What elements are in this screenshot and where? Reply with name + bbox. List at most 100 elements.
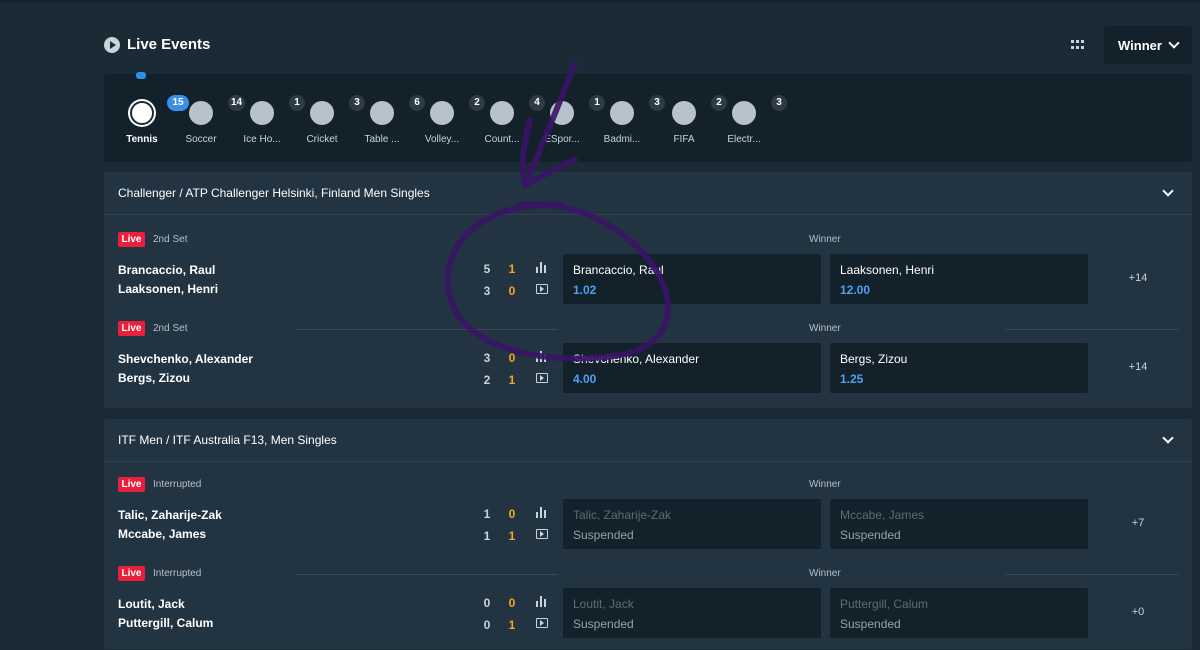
home-team[interactable]: Loutit, Jack [118,597,185,611]
sport-label: Cricket [306,134,338,145]
market-label: Winner [809,323,841,334]
tournament-header[interactable]: ITF Men / ITF Australia F13, Men Singles [104,419,1192,462]
away-game-score: 0 [508,284,516,298]
stats-icon[interactable] [536,351,548,362]
odd-name: Loutit, Jack [573,597,634,611]
sports-bar: 15 Tennis 14 Soccer 1 Ice Ho... 3 Cricke… [104,74,1192,162]
sport-label: Volley... [424,134,460,145]
play-icon [104,36,120,53]
odd-button-suspended: Mccabe, James Suspended [830,499,1088,549]
home-set-score: 1 [483,507,491,521]
more-markets-link[interactable]: +14 [1124,361,1152,373]
sport-tab-badminton[interactable]: 3 Badmi... [592,95,665,145]
live-stream-icon[interactable] [536,373,548,383]
odd-name: Laaksonen, Henri [840,263,935,277]
home-team[interactable]: Shevchenko, Alexander [118,352,253,366]
sport-count-badge: 3 [771,95,787,111]
stats-icon[interactable] [536,596,548,607]
live-events-title: Live Events [104,36,210,53]
away-game-score: 1 [508,618,516,632]
sport-tab-table-tennis[interactable]: 6 Table ... [352,95,425,145]
stats-icon[interactable] [536,262,548,273]
home-team[interactable]: Talic, Zaharije-Zak [118,508,222,522]
home-set-score: 3 [483,351,491,365]
away-game-score: 1 [508,529,516,543]
sport-label: ESpor... [544,134,580,145]
home-game-score: 1 [508,262,516,276]
chevron-down-icon[interactable] [1162,185,1174,197]
odd-button[interactable]: Shevchenko, Alexander 4.00 [563,343,821,393]
odd-name: Shevchenko, Alexander [573,352,700,366]
live-stream-icon[interactable] [536,529,548,539]
chevron-down-icon[interactable] [1162,432,1174,444]
odd-button[interactable]: Brancaccio, Raul 1.02 [563,254,821,304]
away-team[interactable]: Bergs, Zizou [118,371,190,385]
event-row: Live 2nd Set Winner Brancaccio, Raul Laa… [104,232,1192,316]
away-team[interactable]: Laaksonen, Henri [118,282,218,296]
odd-name: Brancaccio, Raul [573,263,664,277]
more-markets-link[interactable]: +0 [1124,606,1152,618]
away-set-score: 3 [483,284,491,298]
home-set-score: 0 [483,596,491,610]
live-stream-icon[interactable] [536,284,548,294]
odd-name: Puttergill, Calum [840,597,929,611]
odd-name: Talic, Zaharije-Zak [573,508,672,522]
away-team[interactable]: Mccabe, James [118,527,206,541]
odd-value: 12.00 [840,283,871,297]
stats-icon[interactable] [536,507,548,518]
tournament-section: ITF Men / ITF Australia F13, Men Singles… [104,419,1192,649]
event-status: Interrupted [153,479,202,490]
page-title: Live Events [127,36,211,53]
volleyball-icon: 2 [429,95,485,126]
page-header: Live Events Winner [104,26,1192,64]
sport-tab-ice-hockey[interactable]: 1 Ice Ho... [232,95,305,145]
divider [296,329,558,330]
sport-tab-cricket[interactable]: 3 Cricket [292,95,365,145]
sport-tab-esports[interactable]: 1 ESpor... [532,95,605,145]
market-label: Winner [809,234,841,245]
event-row: Live 2nd Set Winner Shevchenko, Alexande… [104,321,1192,405]
cricket-ball-icon: 3 [309,95,365,126]
tournament-name: Challenger / ATP Challenger Helsinki, Fi… [118,186,430,200]
divider [296,574,558,575]
table-tennis-icon: 6 [369,95,425,126]
more-markets-link[interactable]: +14 [1124,272,1152,284]
event-row: Live Interrupted Winner Loutit, Jack Put… [104,566,1192,650]
tournament-section: Challenger / ATP Challenger Helsinki, Fi… [104,172,1192,408]
sport-label: Electr... [727,134,761,145]
fifa-icon: 2 [671,95,727,126]
sport-label: Soccer [185,134,217,145]
tournament-header[interactable]: Challenger / ATP Challenger Helsinki, Fi… [104,172,1192,215]
sport-tab-electronic[interactable]: 3 Electr... [714,95,787,145]
odd-button[interactable]: Bergs, Zizou 1.25 [830,343,1088,393]
esports-icon: 1 [549,95,605,126]
home-game-score: 0 [508,596,516,610]
odd-value: Suspended [573,528,634,542]
live-badge: Live [118,232,145,247]
soccer-ball-icon: 14 [188,95,246,126]
away-team[interactable]: Puttergill, Calum [118,616,213,630]
odd-value: Suspended [840,528,901,542]
sport-tab-volleyball[interactable]: 2 Volley... [412,95,485,145]
market-select[interactable]: Winner [1104,26,1192,64]
sport-tab-soccer[interactable]: 14 Soccer [171,95,246,145]
sport-label: Count... [484,134,520,145]
odd-button[interactable]: Laaksonen, Henri 12.00 [830,254,1088,304]
ice-hockey-icon: 1 [249,95,305,126]
market-select-value: Winner [1118,37,1162,53]
sport-tab-counter-strike[interactable]: 4 Count... [472,95,545,145]
grid-view-icon[interactable] [1071,40,1084,49]
sport-tab-fifa[interactable]: 2 FIFA [654,95,727,145]
home-team[interactable]: Brancaccio, Raul [118,263,215,277]
odd-name: Mccabe, James [840,508,925,522]
tennis-ball-icon: 15 [129,95,189,126]
sport-tab-tennis[interactable]: 15 Tennis [112,95,189,145]
active-indicator [136,72,146,79]
tournament-name: ITF Men / ITF Australia F13, Men Singles [118,433,337,447]
live-badge: Live [118,566,145,581]
more-markets-link[interactable]: +7 [1124,517,1152,529]
badminton-icon: 3 [609,95,665,126]
divider [1006,574,1178,575]
sport-label: FIFA [673,134,695,145]
odd-name: Bergs, Zizou [840,352,908,366]
